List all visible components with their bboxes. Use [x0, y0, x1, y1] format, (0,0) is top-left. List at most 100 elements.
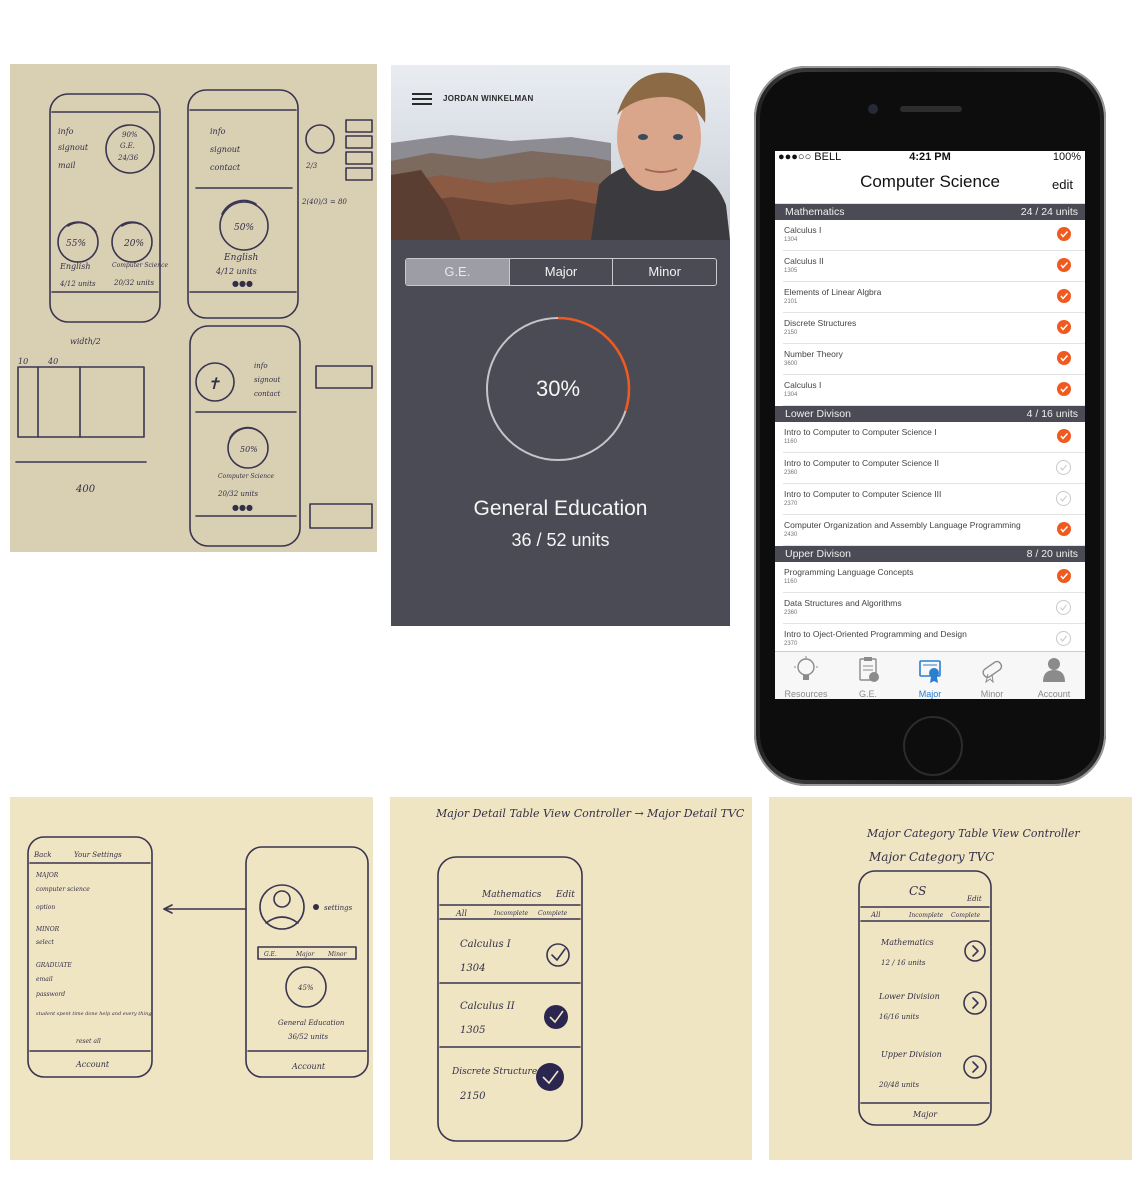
course-title: Number Theory	[784, 349, 843, 359]
course-title: Programming Language Concepts	[784, 567, 914, 577]
settings-seg-minor: Minor	[327, 951, 348, 958]
tab-bar: Resources G.E. Major Minor Account	[775, 651, 1085, 699]
section-name: Mathematics	[785, 206, 845, 218]
sketch3-label: Computer Science	[218, 473, 275, 480]
course-row[interactable]: Calculus I 1304	[783, 220, 1085, 251]
course-title: Elements of Linear Algbra	[784, 287, 882, 297]
tab-major[interactable]: Major	[899, 652, 961, 699]
checkmark-complete-icon[interactable]	[1057, 522, 1071, 536]
earpiece-speaker	[900, 106, 962, 112]
course-row[interactable]: Programming Language Concepts 1160	[783, 562, 1085, 593]
home-button[interactable]	[903, 716, 963, 776]
checkmark-complete-icon[interactable]	[1057, 382, 1071, 396]
course-code: 2430	[784, 532, 798, 538]
settings-major-item: computer science	[36, 886, 90, 893]
course-row[interactable]: Intro to Computer to Computer Science II…	[783, 484, 1085, 515]
course-code: 1160	[784, 579, 797, 585]
course-row[interactable]: Intro to Computer to Computer Science II…	[783, 453, 1085, 484]
sketch-english-pct: 55%	[66, 239, 86, 249]
user-icon	[1043, 658, 1065, 682]
category-row3-title: Upper Division	[881, 1050, 942, 1059]
sketch-cs-label: Computer Science	[112, 262, 169, 269]
checkmark-complete-icon[interactable]	[1057, 429, 1071, 443]
course-row[interactable]: Discrete Structures 2150	[783, 313, 1085, 344]
checkmark-complete-icon[interactable]	[1057, 351, 1071, 365]
settings-reset: reset all	[76, 1038, 101, 1045]
detail-edit: Edit	[555, 890, 575, 900]
tab-minor[interactable]: Minor	[961, 652, 1023, 699]
category-row1-title: Mathematics	[880, 938, 934, 947]
course-title: Intro to Computer to Computer Science II	[784, 458, 939, 468]
section-name: Upper Divison	[785, 548, 851, 560]
course-code: 1160	[784, 439, 797, 445]
tab-label: G.E.	[858, 689, 877, 699]
hamburger-menu-icon[interactable]	[412, 93, 432, 105]
segment-major[interactable]: Major	[508, 259, 613, 285]
course-row[interactable]: Elements of Linear Algbra 2101	[783, 282, 1085, 313]
settings-ge-title: General Education	[278, 1019, 345, 1027]
category-filter-incomplete: Incomplete	[908, 912, 944, 919]
category-row2-units: 16/16 units	[879, 1013, 919, 1021]
settings-grad-email: email	[36, 976, 53, 983]
profile-name: JORDAN WINKELMAN	[443, 94, 534, 103]
segment-minor[interactable]: Minor	[612, 259, 716, 285]
course-row[interactable]: Intro to Computer to Computer Science I 1…	[783, 422, 1085, 453]
detail-row1-title: Calculus I	[460, 939, 512, 950]
wireframe-sketch-dashboard: info signout mail 90% G.E. 24/36 55% 20%…	[10, 64, 377, 552]
progress-percent: 30%	[535, 376, 581, 401]
checkmark-complete-icon[interactable]	[1057, 320, 1071, 334]
checkmark-incomplete-icon[interactable]	[1056, 600, 1071, 615]
profile-mockup-screen: JORDAN WINKELMAN G.E. Major Minor 30% Ge…	[391, 65, 730, 626]
section-header: Mathematics 24 / 24 units	[775, 204, 1085, 220]
tab-resources[interactable]: Resources	[775, 652, 837, 699]
tab-label: Major	[918, 689, 942, 699]
checkmark-complete-icon[interactable]	[1057, 569, 1071, 583]
segment-ge[interactable]: G.E.	[406, 259, 509, 285]
category-heading1: Major Category Table View Controller	[866, 827, 1080, 840]
settings-minor-item: select	[36, 939, 54, 946]
course-code: 3600	[784, 361, 798, 367]
course-code: 2370	[784, 501, 798, 507]
sketch3-pct: 50%	[240, 445, 258, 454]
course-list: Mathematics 24 / 24 units Calculus I 1304 Ca…	[775, 204, 1085, 686]
sketch-dim-400: 400	[75, 484, 96, 495]
sketch-drawing: Back Your Settings MAJOR computer scienc…	[27, 836, 369, 1078]
checkmark-complete-icon[interactable]	[1057, 289, 1071, 303]
detail-row2-code: 1305	[460, 1025, 485, 1036]
edit-button[interactable]: edit	[1052, 177, 1073, 192]
canyon-photo	[391, 65, 730, 240]
checkmark-incomplete-icon[interactable]	[1056, 460, 1071, 475]
sketch2-pct: 50%	[234, 223, 254, 233]
course-title: Discrete Structures	[784, 318, 857, 328]
checkmark-complete-icon[interactable]	[1057, 258, 1071, 272]
course-row[interactable]: Calculus II 1305	[783, 251, 1085, 282]
tab-label: Account	[1037, 689, 1071, 699]
course-row[interactable]: Computer Organization and Assembly Langu…	[783, 515, 1085, 546]
sketch-ge-label: G.E.	[120, 142, 135, 150]
course-row[interactable]: Calculus I 1304	[783, 375, 1085, 406]
section-units: 8 / 20 units	[1026, 548, 1078, 560]
tab-label: Minor	[980, 689, 1004, 699]
settings-grad-header: GRADUATE	[36, 962, 72, 969]
section-name: Lower Divison	[785, 408, 851, 420]
course-row[interactable]: Number Theory 3600	[783, 344, 1085, 375]
profile-header-photo: JORDAN WINKELMAN	[391, 65, 730, 240]
category-segmented-control[interactable]: G.E. Major Minor	[405, 258, 717, 286]
course-title: Calculus I	[784, 380, 822, 390]
sketch-drawing: Major Category Table View Controller Maj…	[858, 827, 1080, 1126]
checkmark-complete-icon[interactable]	[1057, 227, 1071, 241]
sketch2-label: English	[223, 253, 258, 263]
tab-account[interactable]: Account	[1023, 652, 1085, 699]
settings-seg-ge: G.E.	[264, 951, 277, 958]
checkmark-incomplete-icon[interactable]	[1056, 631, 1071, 646]
category-row1-units: 12 / 16 units	[881, 959, 926, 967]
svg-text:✝: ✝	[207, 374, 220, 393]
detail-row1-code: 1304	[460, 963, 485, 974]
svg-text:●●●: ●●●	[232, 279, 253, 288]
course-row[interactable]: Data Structures and Algorithms 2360	[783, 593, 1085, 624]
course-code: 1304	[784, 237, 798, 243]
tab-ge[interactable]: G.E.	[837, 652, 899, 699]
clipboard-icon	[859, 657, 879, 682]
checkmark-incomplete-icon[interactable]	[1056, 491, 1071, 506]
sketch-menu-mail: mail	[58, 161, 76, 170]
